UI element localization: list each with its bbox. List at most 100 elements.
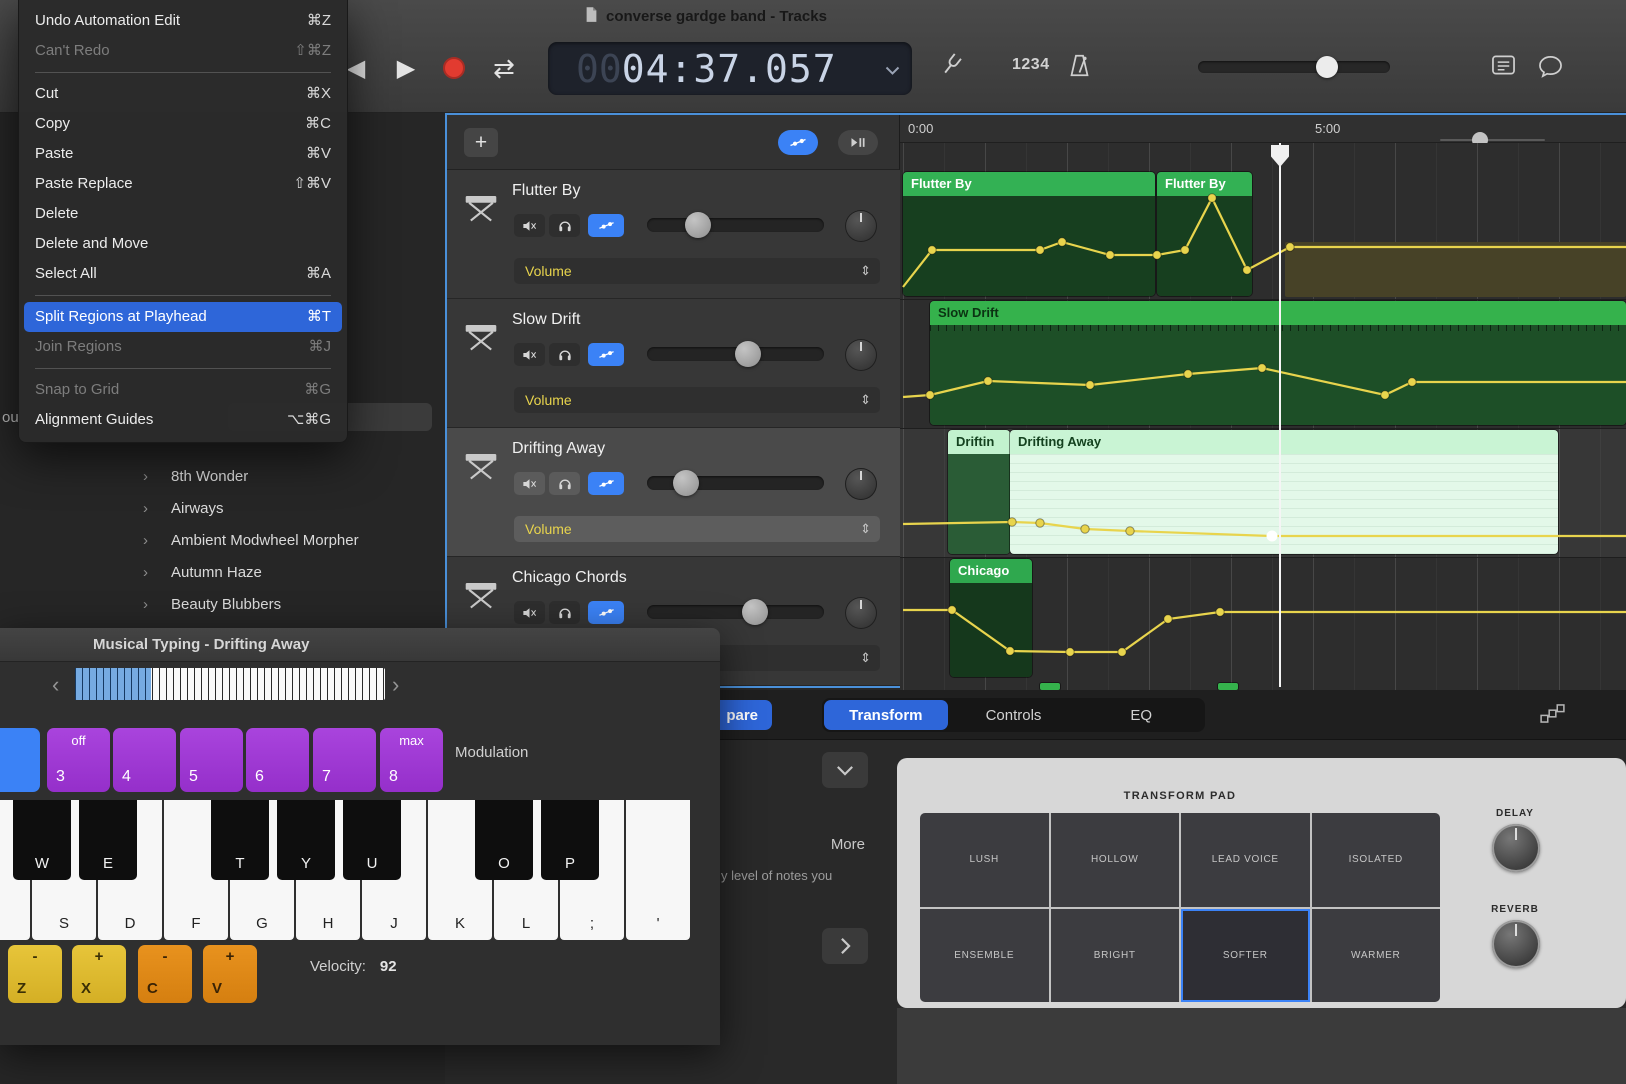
library-item[interactable]: ›8th Wonder — [0, 460, 445, 492]
black-key-P[interactable]: P — [541, 800, 599, 880]
modulation-key-5[interactable]: 5 — [180, 728, 243, 792]
region-fragment[interactable] — [1285, 242, 1626, 297]
tab-controls[interactable]: Controls — [952, 700, 1076, 730]
transform-pad-warmer[interactable]: WARMER — [1312, 909, 1441, 1003]
black-key-E[interactable]: E — [79, 800, 137, 880]
region-flutter-by[interactable]: Flutter By — [1157, 172, 1252, 296]
menu-item-copy[interactable]: Copy⌘C — [24, 109, 342, 139]
black-key-O[interactable]: O — [475, 800, 533, 880]
zoom-slider[interactable] — [1440, 139, 1545, 141]
transform-pad-bright[interactable]: BRIGHT — [1051, 909, 1180, 1003]
pitch-bend-key[interactable] — [0, 728, 40, 792]
region-slow-drift[interactable]: Slow Drift — [930, 301, 1626, 425]
tab-transform[interactable]: Transform — [824, 700, 948, 730]
track-header-flutter-by[interactable]: Flutter ByVolume⇕ — [447, 170, 900, 299]
track-volume-slider[interactable] — [647, 218, 824, 232]
solo-headphones-button[interactable] — [549, 214, 580, 237]
region-drifting-away[interactable]: Drifting Away — [1010, 430, 1558, 554]
mute-button[interactable] — [514, 601, 545, 624]
library-item[interactable]: ›Beauty Blubbers — [0, 588, 445, 620]
keyboard-overview[interactable] — [75, 668, 385, 700]
black-key-Y[interactable]: Y — [277, 800, 335, 880]
play-button[interactable]: ▶ — [388, 50, 424, 86]
octave-left-arrow[interactable]: ‹ — [52, 672, 59, 698]
patch-icon[interactable] — [1540, 704, 1565, 728]
count-in-button[interactable]: 1234 — [1012, 56, 1050, 74]
menu-item-can-t-redo[interactable]: Can't Redo⇧⌘Z — [24, 36, 342, 66]
chat-bubble-icon[interactable] — [1538, 55, 1563, 83]
pan-knob[interactable] — [845, 210, 877, 242]
velocity-key-V[interactable]: +V — [203, 945, 257, 1003]
pan-knob[interactable] — [845, 597, 877, 629]
track-automation-button[interactable] — [588, 601, 624, 624]
menu-item-paste[interactable]: Paste⌘V — [24, 139, 342, 169]
modulation-key-4[interactable]: 4 — [113, 728, 176, 792]
track-volume-knob[interactable] — [735, 341, 761, 367]
track-automation-button[interactable] — [588, 472, 624, 495]
transform-pad-lead-voice[interactable]: LEAD VOICE — [1181, 813, 1310, 907]
track-volume-slider[interactable] — [647, 476, 824, 490]
track-header-drifting-away[interactable]: Drifting AwayVolume⇕ — [447, 428, 900, 557]
mute-button[interactable] — [514, 214, 545, 237]
automation-param-dropdown[interactable]: Volume⇕ — [514, 516, 880, 542]
library-item[interactable]: ›Autumn Haze — [0, 556, 445, 588]
automation-param-dropdown[interactable]: Volume⇕ — [514, 258, 880, 284]
collapse-button[interactable] — [822, 752, 868, 788]
pan-knob[interactable] — [845, 339, 877, 371]
catch-playhead-button[interactable] — [838, 130, 878, 155]
octave-right-arrow[interactable]: › — [392, 672, 399, 698]
expand-button[interactable] — [822, 928, 868, 964]
track-volume-slider[interactable] — [647, 347, 824, 361]
pan-knob[interactable] — [845, 468, 877, 500]
track-header-slow-drift[interactable]: Slow DriftVolume⇕ — [447, 299, 900, 428]
lcd-display[interactable]: 00 04:37.057 — [548, 42, 912, 95]
track-automation-button[interactable] — [588, 343, 624, 366]
region-flutter-by[interactable]: Flutter By — [903, 172, 1155, 296]
region-fragment[interactable] — [1218, 683, 1238, 690]
delay-knob[interactable] — [1492, 824, 1540, 872]
transform-pad-hollow[interactable]: HOLLOW — [1051, 813, 1180, 907]
mute-button[interactable] — [514, 343, 545, 366]
mute-button[interactable] — [514, 472, 545, 495]
library-item[interactable]: ›Airways — [0, 492, 445, 524]
transform-pad-ensemble[interactable]: ENSEMBLE — [920, 909, 1049, 1003]
solo-headphones-button[interactable] — [549, 343, 580, 366]
tab-eq[interactable]: EQ — [1079, 700, 1203, 730]
more-label[interactable]: More — [785, 836, 865, 853]
transform-pad-isolated[interactable]: ISOLATED — [1312, 813, 1441, 907]
region-chicago[interactable]: Chicago — [950, 559, 1032, 677]
menu-item-join-regions[interactable]: Join Regions⌘J — [24, 332, 342, 362]
reverb-knob[interactable] — [1492, 920, 1540, 968]
modulation-key-3[interactable]: off3 — [47, 728, 110, 792]
timeline-lanes[interactable]: Flutter ByFlutter BySlow DriftDriftinDri… — [900, 143, 1626, 690]
keyboard-overview-active-range[interactable] — [75, 668, 151, 700]
menu-item-alignment-guides[interactable]: Alignment Guides⌥⌘G — [24, 405, 342, 435]
musical-typing-titlebar[interactable]: Musical Typing - Drifting Away — [0, 628, 720, 662]
transform-pad-softer[interactable]: SOFTER — [1181, 909, 1310, 1003]
track-volume-knob[interactable] — [673, 470, 699, 496]
menu-item-select-all[interactable]: Select All⌘A — [24, 259, 342, 289]
modulation-key-7[interactable]: 7 — [313, 728, 376, 792]
modulation-key-6[interactable]: 6 — [246, 728, 309, 792]
black-key-T[interactable]: T — [211, 800, 269, 880]
menu-item-delete[interactable]: Delete — [24, 199, 342, 229]
master-volume-slider[interactable] — [1198, 61, 1390, 73]
black-key-U[interactable]: U — [343, 800, 401, 880]
solo-headphones-button[interactable] — [549, 601, 580, 624]
timeline-ruler[interactable]: 0:00 5:00 — [900, 115, 1626, 143]
track-volume-knob[interactable] — [742, 599, 768, 625]
velocity-key-C[interactable]: -C — [138, 945, 192, 1003]
menu-item-undo-automation-edit[interactable]: Undo Automation Edit⌘Z — [24, 6, 342, 36]
transform-pad-lush[interactable]: LUSH — [920, 813, 1049, 907]
track-volume-knob[interactable] — [685, 212, 711, 238]
menu-item-snap-to-grid[interactable]: Snap to Grid⌘G — [24, 375, 342, 405]
tuning-fork-icon[interactable] — [942, 52, 961, 82]
solo-headphones-button[interactable] — [549, 472, 580, 495]
white-key-'[interactable]: ' — [626, 800, 690, 940]
region-driftin[interactable]: Driftin — [948, 430, 1010, 554]
track-volume-slider[interactable] — [647, 605, 824, 619]
black-key-W[interactable]: W — [13, 800, 71, 880]
cycle-button[interactable]: ⇄ — [486, 50, 522, 86]
track-automation-button[interactable] — [588, 214, 624, 237]
metronome-icon[interactable] — [1068, 54, 1091, 82]
